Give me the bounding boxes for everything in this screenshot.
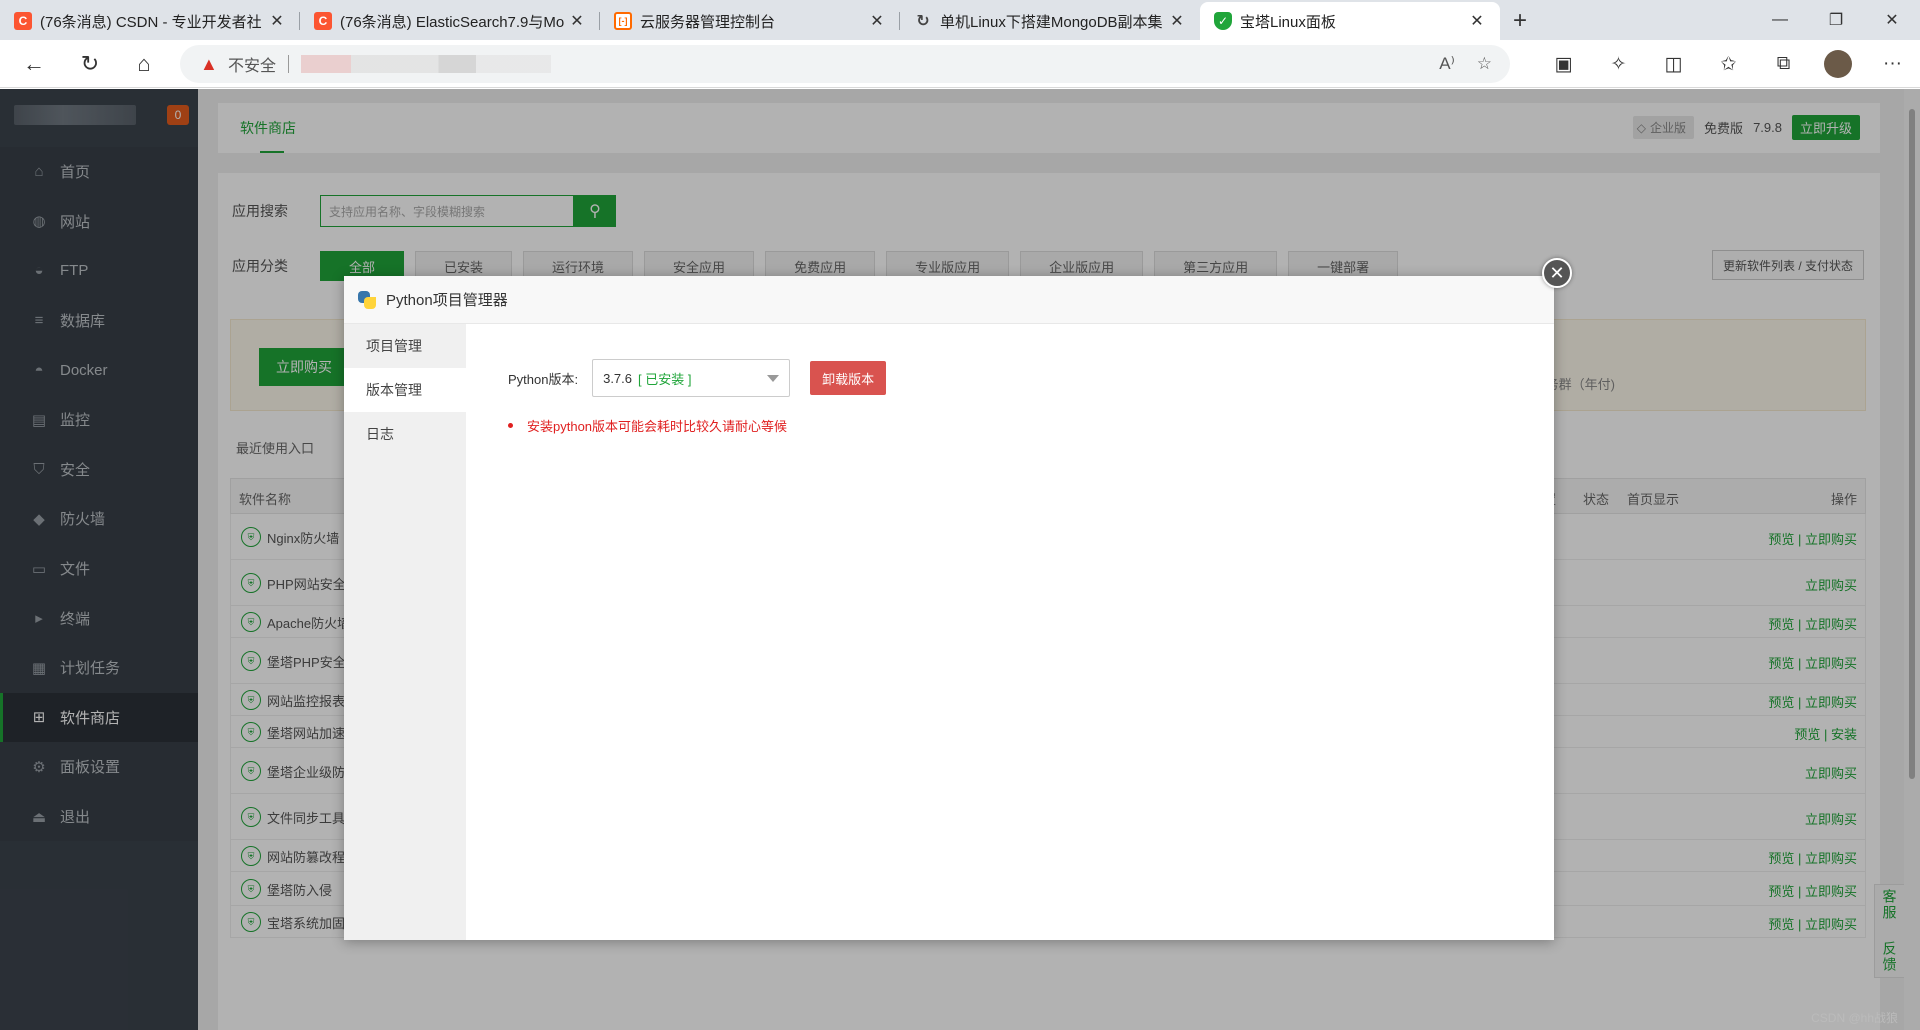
baota-shield-icon: ✓: [1214, 12, 1232, 30]
avatar[interactable]: [1824, 50, 1852, 78]
collections-add-icon[interactable]: ⧉: [1756, 45, 1811, 83]
url-field[interactable]: ▲ 不安全 A⁾ ☆: [180, 45, 1510, 83]
python-version-select[interactable]: 3.7.6 [ 已安装 ]: [592, 359, 791, 397]
installed-tag: [ 已安装 ]: [638, 371, 692, 387]
aliyun-icon: [-]: [614, 12, 632, 30]
browser-tab-title: 宝塔Linux面板: [1240, 13, 1336, 31]
reload-icon[interactable]: ↻: [72, 48, 108, 80]
mongo-icon: ↻: [916, 13, 930, 30]
browser-toolbar: ▣ ✧ ◫ ✩ ⧉ ···: [1536, 45, 1920, 83]
python-icon: [358, 290, 376, 309]
python-version-row: Python版本: 3.7.6 [ 已安装 ] 卸载版本: [508, 359, 887, 397]
install-tip: 安装python版本可能会耗时比较久请耐心等候: [508, 416, 787, 435]
browser-tab[interactable]: C (76条消息) ElasticSearch7.9与Mo ✕: [300, 2, 600, 40]
csdn-icon: C: [14, 12, 32, 30]
tab-close-icon[interactable]: ✕: [268, 11, 286, 31]
tab-close-icon[interactable]: ✕: [568, 11, 586, 31]
favorites-icon[interactable]: ✩: [1701, 45, 1756, 83]
close-icon[interactable]: ✕: [1542, 258, 1572, 288]
window-controls: — ❐ ✕: [1752, 0, 1920, 40]
browser-tab-title: (76条消息) ElasticSearch7.9与Mo: [340, 13, 565, 31]
warning-icon: ▲: [200, 54, 218, 74]
watermark: CSDN @hh战狼: [1811, 1011, 1898, 1025]
home-icon[interactable]: ⌂: [126, 48, 162, 80]
tab-close-icon[interactable]: ✕: [868, 11, 886, 31]
browser-tab[interactable]: [-] 云服务器管理控制台 ✕: [600, 2, 900, 40]
python-manager-dialog: Python项目管理器 ✕ 项目管理 版本管理 日志 Python版本: 3.7…: [344, 258, 1572, 940]
dialog-body: Python版本: 3.7.6 [ 已安装 ] 卸载版本 安装python版本可…: [466, 324, 1554, 940]
restore-icon[interactable]: ❐: [1808, 0, 1864, 40]
dialog-tab-versions[interactable]: 版本管理: [344, 368, 466, 412]
collections-icon[interactable]: ▣: [1536, 45, 1591, 83]
back-icon[interactable]: ←: [16, 48, 52, 80]
browser-tab-title: (76条消息) CSDN - 专业开发者社: [40, 13, 262, 31]
extensions-icon[interactable]: ✧: [1591, 45, 1646, 83]
tab-close-icon[interactable]: ✕: [1468, 11, 1486, 31]
address-bar: ← ↻ ⌂ ▲ 不安全 A⁾ ☆ ▣ ✧ ◫ ✩ ⧉ ···: [0, 40, 1920, 88]
install-tip-text: 安装python版本可能会耗时比较久请耐心等候: [527, 419, 788, 434]
new-tab-icon[interactable]: +: [1500, 2, 1540, 40]
dialog-header: Python项目管理器: [344, 276, 1554, 324]
selected-version: 3.7.6: [603, 370, 633, 386]
close-window-icon[interactable]: ✕: [1864, 0, 1920, 40]
dialog-tab-logs[interactable]: 日志: [344, 412, 466, 456]
csdn-icon: C: [314, 12, 332, 30]
dialog-title: Python项目管理器: [386, 292, 508, 309]
dialog-tab-projects[interactable]: 项目管理: [344, 324, 466, 368]
browser-tab[interactable]: C (76条消息) CSDN - 专业开发者社 ✕: [0, 2, 300, 40]
browser-tab[interactable]: ↻ 单机Linux下搭建MongoDB副本集 ✕: [900, 2, 1200, 40]
uninstall-version-button[interactable]: 卸载版本: [810, 361, 887, 395]
dialog-sidebar: 项目管理 版本管理 日志: [344, 324, 466, 940]
browser-tab-title: 云服务器管理控制台: [640, 13, 776, 31]
tab-close-icon[interactable]: ✕: [1168, 11, 1186, 31]
browser-tab-active[interactable]: ✓ 宝塔Linux面板 ✕: [1200, 2, 1500, 40]
insecure-label: 不安全: [228, 58, 277, 75]
python-version-label: Python版本:: [508, 371, 579, 387]
split-screen-icon[interactable]: ◫: [1646, 45, 1701, 83]
redacted-url: [301, 55, 552, 73]
more-icon[interactable]: ···: [1865, 45, 1920, 83]
browser-tab-title: 单机Linux下搭建MongoDB副本集: [940, 13, 1163, 31]
minimize-icon[interactable]: —: [1752, 0, 1808, 40]
add-favorite-icon[interactable]: ☆: [1477, 54, 1492, 74]
chevron-down-icon: [767, 375, 780, 382]
bullet-icon: [508, 423, 513, 428]
read-aloud-icon[interactable]: A⁾: [1439, 54, 1455, 74]
browser-tab-bar: C (76条消息) CSDN - 专业开发者社 ✕ C (76条消息) Elas…: [0, 0, 1920, 40]
